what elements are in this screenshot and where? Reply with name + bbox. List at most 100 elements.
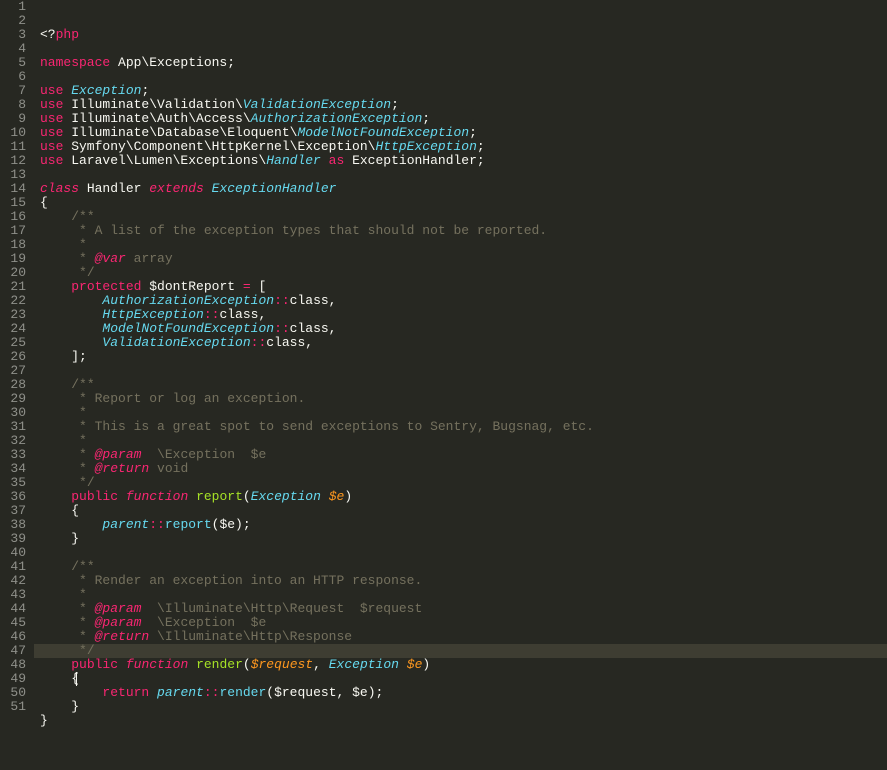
token-kw: namespace bbox=[40, 55, 110, 70]
token-plain bbox=[40, 573, 71, 588]
token-plain: } bbox=[40, 531, 79, 546]
token-kw: use bbox=[40, 111, 63, 126]
token-plain: , bbox=[313, 657, 329, 672]
token-op: :: bbox=[251, 335, 267, 350]
token-plain: <? bbox=[40, 27, 56, 42]
line-number: 4 bbox=[4, 42, 26, 56]
token-plain bbox=[40, 433, 71, 448]
code-content: <?phpnamespace App\Exceptions;use Except… bbox=[40, 28, 887, 742]
token-plain bbox=[321, 489, 329, 504]
token-plain: class, bbox=[290, 293, 337, 308]
line-number: 6 bbox=[4, 70, 26, 84]
token-plain: Laravel\Lumen\Exceptions\ bbox=[63, 153, 266, 168]
token-plain: ( bbox=[243, 657, 251, 672]
code-line: * @var array bbox=[40, 252, 887, 266]
token-com: /** bbox=[71, 209, 94, 224]
token-kw: use bbox=[40, 153, 63, 168]
line-number: 12 bbox=[4, 154, 26, 168]
token-plain: class, bbox=[219, 307, 266, 322]
line-number: 40 bbox=[4, 546, 26, 560]
code-line: use Illuminate\Validation\ValidationExce… bbox=[40, 98, 887, 112]
token-plain bbox=[40, 657, 71, 672]
line-number: 30 bbox=[4, 406, 26, 420]
code-line: * @return \Illuminate\Http\Response bbox=[40, 630, 887, 644]
token-plain bbox=[118, 489, 126, 504]
token-cls: HttpException bbox=[375, 139, 476, 154]
token-plain bbox=[399, 657, 407, 672]
token-tag: @return bbox=[95, 461, 150, 476]
token-plain: } bbox=[40, 699, 79, 714]
token-cls: AuthorizationException bbox=[251, 111, 423, 126]
line-number: 3 bbox=[4, 28, 26, 42]
token-plain bbox=[40, 307, 102, 322]
token-com: * A list of the exception types that sho… bbox=[71, 223, 547, 238]
line-number: 31 bbox=[4, 420, 26, 434]
line-number: 38 bbox=[4, 518, 26, 532]
token-com: /** bbox=[71, 559, 94, 574]
code-editor[interactable]: 1234567891011121314151617181920212223242… bbox=[0, 0, 887, 719]
token-plain: ; bbox=[141, 83, 149, 98]
code-area[interactable]: <?phpnamespace App\Exceptions;use Except… bbox=[34, 0, 887, 719]
token-kw-it: function bbox=[126, 657, 188, 672]
token-plain bbox=[40, 629, 71, 644]
code-line: use Exception; bbox=[40, 84, 887, 98]
token-plain bbox=[40, 405, 71, 420]
line-number: 44 bbox=[4, 602, 26, 616]
token-plain: ]; bbox=[40, 349, 87, 364]
code-line: use Illuminate\Database\Eloquent\ModelNo… bbox=[40, 126, 887, 140]
line-number: 36 bbox=[4, 490, 26, 504]
token-plain bbox=[204, 181, 212, 196]
token-tag: @var bbox=[95, 251, 126, 266]
line-number: 7 bbox=[4, 84, 26, 98]
code-line: * bbox=[40, 434, 887, 448]
line-number: 29 bbox=[4, 392, 26, 406]
token-kw: protected bbox=[71, 279, 141, 294]
token-kw: return bbox=[102, 685, 149, 700]
line-number: 32 bbox=[4, 434, 26, 448]
token-tag: @return bbox=[95, 629, 150, 644]
token-plain bbox=[118, 657, 126, 672]
line-number: 34 bbox=[4, 462, 26, 476]
line-number: 47 bbox=[4, 644, 26, 658]
code-line: * bbox=[40, 238, 887, 252]
line-number: 11 bbox=[4, 140, 26, 154]
code-line: protected $dontReport = [ bbox=[40, 280, 887, 294]
token-kw: use bbox=[40, 83, 63, 98]
line-number: 8 bbox=[4, 98, 26, 112]
token-plain: class, bbox=[290, 321, 337, 336]
code-line: } bbox=[40, 714, 887, 728]
code-line bbox=[40, 728, 887, 742]
token-com: array bbox=[126, 251, 173, 266]
line-number: 35 bbox=[4, 476, 26, 490]
line-number-gutter: 1234567891011121314151617181920212223242… bbox=[0, 0, 34, 719]
code-line: ValidationException::class, bbox=[40, 336, 887, 350]
line-number: 25 bbox=[4, 336, 26, 350]
token-com: * Render an exception into an HTTP respo… bbox=[71, 573, 422, 588]
token-kw: as bbox=[329, 153, 345, 168]
token-com: * bbox=[71, 237, 87, 252]
token-plain bbox=[40, 615, 71, 630]
line-number: 26 bbox=[4, 350, 26, 364]
token-plain bbox=[149, 685, 157, 700]
token-com: */ bbox=[71, 265, 94, 280]
token-kw-it: extends bbox=[149, 181, 204, 196]
code-line: { bbox=[40, 504, 887, 518]
token-plain: ) bbox=[422, 657, 430, 672]
line-number: 39 bbox=[4, 532, 26, 546]
token-com: * bbox=[71, 615, 94, 630]
line-number: 45 bbox=[4, 616, 26, 630]
code-line: * This is a great spot to send exception… bbox=[40, 420, 887, 434]
token-com: * bbox=[71, 587, 87, 602]
token-plain: ( bbox=[243, 489, 251, 504]
token-plain bbox=[321, 153, 329, 168]
token-com: * This is a great spot to send exception… bbox=[71, 419, 594, 434]
token-plain bbox=[40, 391, 71, 406]
code-line: * A list of the exception types that sho… bbox=[40, 224, 887, 238]
token-plain: [ bbox=[251, 279, 267, 294]
token-kw: use bbox=[40, 125, 63, 140]
token-fnCall: report bbox=[165, 517, 212, 532]
token-plain: ) bbox=[344, 489, 352, 504]
token-cls: HttpException bbox=[102, 307, 203, 322]
token-op: :: bbox=[274, 293, 290, 308]
token-tag: @param bbox=[95, 601, 142, 616]
